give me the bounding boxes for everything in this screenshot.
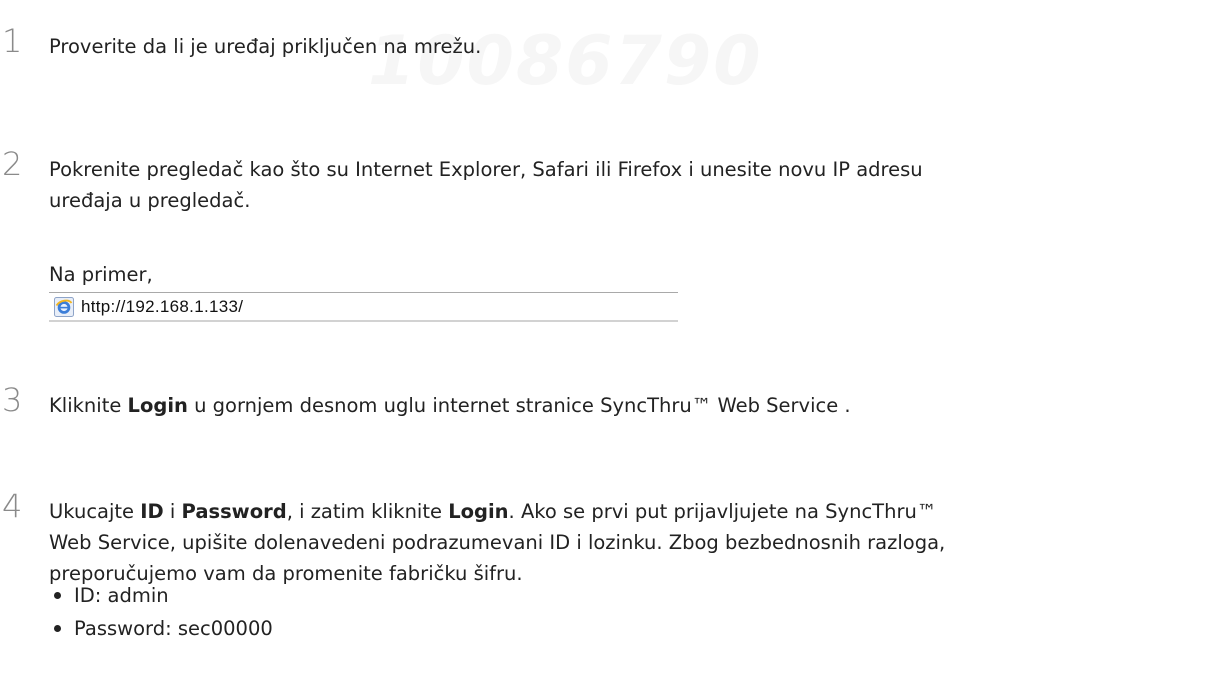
password-term: Password [181,500,287,523]
browser-address-bar: http://192.168.1.133/ [49,292,678,322]
text-segment: i [163,500,182,523]
step-number: 2 [2,145,23,183]
example-label: Na primer, [49,263,153,286]
text-segment: Kliknite [49,394,128,417]
step-text-line: Web Service, upišite dolenavedeni podraz… [49,531,946,554]
text-segment: Ukucajte [49,500,141,523]
step-number: 1 [2,22,23,60]
step-text-line: preporučujemo vam da promenite fabričku … [49,562,523,585]
list-item: Password: sec00000 [54,612,273,645]
address-url: http://192.168.1.133/ [81,297,244,316]
step-text-line: Pokrenite pregledač kao što su Internet … [49,158,923,181]
step-text: Pokrenite pregledač kao što su Internet … [49,154,1207,216]
login-term: Login [127,394,188,417]
text-segment: . Ako se prvi put prijavljujete na SyncT… [508,500,937,523]
step-text: Ukucajte ID i Password, i zatim kliknite… [49,496,1207,589]
step-text-line: uređaja u pregledač. [49,189,251,212]
login-term: Login [448,500,509,523]
step-text: Proverite da li je uređaj priključen na … [49,35,482,58]
ie-browser-icon [54,297,74,317]
id-term: ID [140,500,164,523]
step-text: Kliknite Login u gornjem desnom uglu int… [49,390,1207,421]
step-number: 3 [2,381,23,419]
bullet-icon [54,625,61,632]
text-segment: , i zatim kliknite [286,500,449,523]
step-number: 4 [2,487,23,525]
bullet-icon [54,592,61,599]
list-item-text: Password: sec00000 [74,617,273,640]
text-segment: u gornjem desnom uglu internet stranice … [187,394,851,417]
